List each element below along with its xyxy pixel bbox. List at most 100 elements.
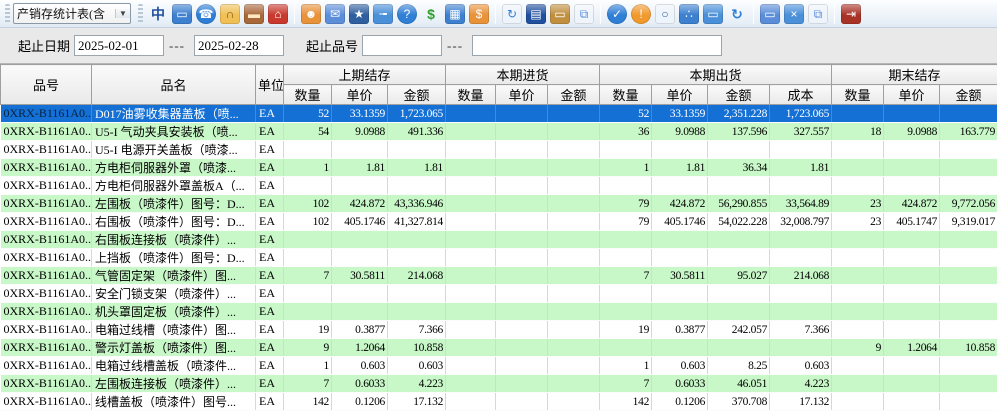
col-header-prev-amount[interactable]: 金额	[388, 85, 446, 105]
date-from-input[interactable]	[74, 35, 164, 56]
table-row[interactable]: 0XRX-B1161A0...右围板（喷漆件）图号：D...EA102405.1…	[1, 213, 997, 231]
table-row[interactable]: 0XRX-B1161A0...上挡板（喷漆件）图号：D...EA	[1, 249, 997, 267]
table-row[interactable]: 0XRX-B1161A0...方电柜伺服器外罩盖板A（...EA	[1, 177, 997, 195]
cell-end-qty	[832, 321, 884, 339]
cell-in-price	[496, 285, 548, 303]
money-icon[interactable]: $	[421, 4, 441, 24]
table-row[interactable]: 0XRX-B1161A0...线槽盖板（喷漆件）图号...EA1420.1206…	[1, 393, 997, 411]
table-row[interactable]: 0XRX-B1161A0...电箱过线槽（喷漆件）图...EA190.38777…	[1, 321, 997, 339]
table-row[interactable]: 0XRX-B1161A0...D017油雾收集器盖板（喷...EA5233.13…	[1, 105, 997, 123]
cell-end-amount	[940, 285, 997, 303]
cell-item-name: 线槽盖板（喷漆件）图号...	[92, 393, 256, 411]
cell-prev-qty: 1	[284, 159, 332, 177]
report-selector[interactable]: 产销存统计表(含 ▼	[13, 3, 131, 24]
refresh-icon[interactable]: ↻	[727, 4, 747, 24]
address-book-icon[interactable]: ★	[349, 4, 369, 24]
cell-prev-qty: 7	[284, 375, 332, 393]
archive-icon[interactable]: ▭	[550, 4, 570, 24]
cell-in-price	[496, 339, 548, 357]
group-header-previous-balance[interactable]: 上期结存	[284, 65, 446, 85]
col-header-in-amount[interactable]: 金额	[548, 85, 600, 105]
customer-finance-icon[interactable]: $	[469, 4, 489, 24]
cell-item-no: 0XRX-B1161A0...	[1, 249, 92, 267]
item-from-input[interactable]	[362, 35, 442, 56]
approve-icon[interactable]: ✓	[607, 4, 627, 24]
col-header-out-cost[interactable]: 成本	[770, 85, 832, 105]
table-row[interactable]: 0XRX-B1161A0...U5-I 气动夹具安装板（喷...EA549.09…	[1, 123, 997, 141]
filter-bar: 起止日期 --- 起止品号 ---	[0, 28, 997, 64]
table-row[interactable]: 0XRX-B1161A0...左围板（喷漆件）图号：D...EA102424.8…	[1, 195, 997, 213]
cell-end-amount	[940, 267, 997, 285]
cell-prev-amount	[388, 231, 446, 249]
col-header-end-price[interactable]: 单价	[884, 85, 940, 105]
help-icon[interactable]: ?	[397, 4, 417, 24]
group-header-ending-balance[interactable]: 期末结存	[832, 65, 997, 85]
bell-icon[interactable]: !	[631, 4, 651, 24]
cart-icon[interactable]: ▦	[445, 4, 465, 24]
table-row[interactable]: 0XRX-B1161A0...U5-I 电源开关盖板（喷漆...EA	[1, 141, 997, 159]
col-header-end-qty[interactable]: 数量	[832, 85, 884, 105]
col-header-out-price[interactable]: 单价	[652, 85, 708, 105]
cell-in-amount	[548, 195, 600, 213]
language-switch-icon[interactable]: 中	[148, 4, 168, 24]
col-header-in-qty[interactable]: 数量	[446, 85, 496, 105]
cell-in-qty	[446, 303, 496, 321]
table-row[interactable]: 0XRX-B1161A0...右围板连接板（喷漆件）...EA	[1, 231, 997, 249]
report-icon[interactable]: ▤	[526, 4, 546, 24]
close-window-icon[interactable]: ×	[784, 4, 804, 24]
cell-out-price	[652, 339, 708, 357]
table-row[interactable]: 0XRX-B1161A0...警示灯盖板（喷漆件）图...EA91.206410…	[1, 339, 997, 357]
toolbar-separator	[753, 4, 754, 24]
computer-icon[interactable]: ▭	[172, 4, 192, 24]
table-row[interactable]: 0XRX-B1161A0...安全门锁支架（喷漆件）...EA	[1, 285, 997, 303]
group-header-period-outbound[interactable]: 本期出货	[600, 65, 832, 85]
table-row[interactable]: 0XRX-B1161A0...气管固定架（喷漆件）图...EA730.58112…	[1, 267, 997, 285]
monitor-cursor-icon[interactable]: ▭	[703, 4, 723, 24]
col-header-unit[interactable]: 单位	[256, 65, 284, 105]
cell-in-amount	[548, 393, 600, 411]
table-row[interactable]: 0XRX-B1161A0...电箱过线槽盖板（喷漆件...EA10.6030.6…	[1, 357, 997, 375]
cell-prev-amount: 0.603	[388, 357, 446, 375]
cell-end-price	[884, 267, 940, 285]
orgchart-icon[interactable]: ∴	[679, 4, 699, 24]
cell-item-no: 0XRX-B1161A0...	[1, 231, 92, 249]
cell-prev-amount: 10.858	[388, 339, 446, 357]
col-header-out-amount[interactable]: 金额	[708, 85, 770, 105]
cell-out-amount	[708, 231, 770, 249]
document-refresh-icon[interactable]: ↻	[502, 4, 522, 24]
col-header-prev-price[interactable]: 单价	[332, 85, 388, 105]
mail-icon[interactable]: ✉	[325, 4, 345, 24]
item-to-input[interactable]	[472, 35, 722, 56]
col-header-item-no[interactable]: 品号	[1, 65, 92, 105]
window-icon[interactable]: ▭	[760, 4, 780, 24]
cell-out-qty: 79	[600, 213, 652, 231]
cell-out-cost: 32,008.797	[770, 213, 832, 231]
table-row[interactable]: 0XRX-B1161A0...左围板连接板（喷漆件）...EA70.60334.…	[1, 375, 997, 393]
lock-icon[interactable]: ∩	[220, 4, 240, 24]
col-header-in-price[interactable]: 单价	[496, 85, 548, 105]
col-header-prev-qty[interactable]: 数量	[284, 85, 332, 105]
col-header-end-amount[interactable]: 金额	[940, 85, 997, 105]
phone-icon[interactable]: ☎	[196, 4, 216, 24]
table-row[interactable]: 0XRX-B1161A0...方电柜伺服器外罩（喷漆...EA11.811.81…	[1, 159, 997, 177]
cell-in-price	[496, 177, 548, 195]
col-header-out-qty[interactable]: 数量	[600, 85, 652, 105]
cell-prev-amount	[388, 285, 446, 303]
col-header-item-name[interactable]: 品名	[92, 65, 256, 105]
table-row[interactable]: 0XRX-B1161A0...机头罩固定板（喷漆件）...EA	[1, 303, 997, 321]
users-icon[interactable]: ☻	[301, 4, 321, 24]
cell-end-qty	[832, 141, 884, 159]
document-search-icon[interactable]: ○	[655, 4, 675, 24]
briefcase-icon[interactable]: ▬	[244, 4, 264, 24]
cell-out-qty: 52	[600, 105, 652, 123]
exit-icon[interactable]: ⇥	[841, 4, 861, 24]
date-to-input[interactable]	[194, 35, 284, 56]
copy-icon[interactable]: ⧉	[574, 4, 594, 24]
cell-end-qty	[832, 105, 884, 123]
home-icon[interactable]: ⌂	[268, 4, 288, 24]
cascade-windows-icon[interactable]: ⧉	[808, 4, 828, 24]
key-icon[interactable]: ╼	[373, 4, 393, 24]
group-header-period-inbound[interactable]: 本期进货	[446, 65, 600, 85]
cell-out-qty	[600, 339, 652, 357]
chevron-down-icon: ▼	[115, 9, 130, 18]
